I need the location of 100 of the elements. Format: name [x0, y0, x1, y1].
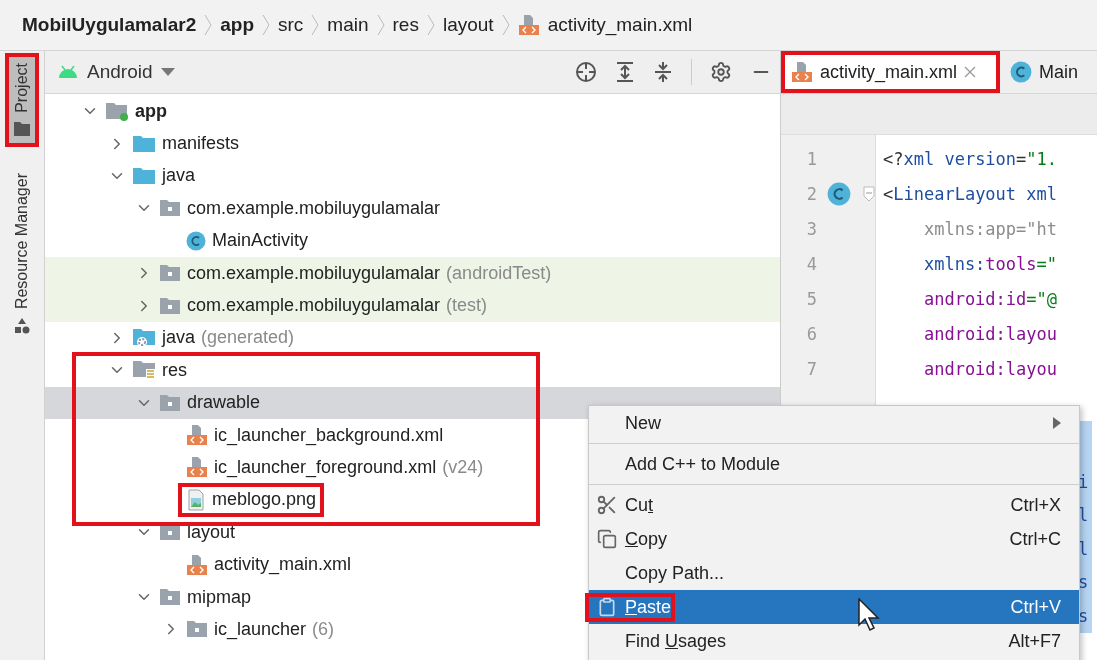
- tool-window-tab[interactable]: Project: [5, 53, 39, 147]
- mouse-pointer-icon: [858, 598, 880, 632]
- folder-icon: [159, 296, 181, 315]
- tree-item-label: MainActivity: [212, 230, 309, 252]
- locate-crosshair-icon[interactable]: [575, 61, 597, 83]
- view-dropdown[interactable]: Android: [53, 61, 179, 83]
- code-line: xmlns:app="ht: [922, 218, 1057, 239]
- breadcrumb-item[interactable]: MobilUygulamalar2: [22, 14, 197, 36]
- menu-item[interactable]: Find Usages Alt+F7: [589, 624, 1079, 658]
- editor-tab[interactable]: activity_main.xml: [781, 51, 1001, 93]
- code-line: android:layou: [922, 323, 1057, 344]
- folder-icon: [159, 199, 181, 218]
- code-fragment: i: [1078, 470, 1090, 494]
- breadcrumb-item[interactable]: activity_main.xml: [547, 14, 693, 36]
- breadcrumb-separator-icon: [204, 14, 213, 36]
- tree-item-label: com.example.mobiluygulamalar: [187, 295, 441, 317]
- menu-item-label: Copy Path...: [625, 562, 725, 584]
- breadcrumb-separator-icon: [501, 14, 510, 36]
- tree-item-note: (6): [312, 618, 335, 640]
- folder-icon: [159, 588, 181, 607]
- line-number: 5: [805, 288, 817, 309]
- shortcut-label: Ctrl+V: [1010, 596, 1061, 618]
- copy-icon: [597, 529, 617, 549]
- folder-icon: [159, 264, 181, 283]
- class-icon: [186, 230, 206, 251]
- collapse-all-icon[interactable]: [653, 61, 673, 83]
- code-fragment: s: [1078, 571, 1090, 595]
- menu-item[interactable]: Copy Ctrl+C: [589, 522, 1079, 556]
- tree-item-label: java: [162, 165, 196, 187]
- editor-tab[interactable]: Main: [1000, 51, 1081, 93]
- tree-row[interactable]: java: [45, 159, 780, 193]
- image-file-icon: [186, 488, 206, 511]
- module-folder-icon: [105, 101, 129, 122]
- menu-item[interactable]: Copy Path...: [589, 556, 1079, 590]
- code-line: android:id="@: [922, 288, 1057, 309]
- fold-marker-icon[interactable]: [863, 185, 875, 202]
- gear-folder-icon: [132, 326, 156, 349]
- tree-row[interactable]: res: [45, 354, 780, 387]
- breadcrumb-item[interactable]: res: [392, 14, 419, 36]
- menu-item[interactable]: Add C++ to Module: [589, 447, 1079, 481]
- scissors-icon: [596, 494, 618, 516]
- tree-item-label: layout: [187, 521, 236, 543]
- folder-icon: [13, 120, 31, 137]
- tree-item-label: app: [135, 100, 167, 122]
- expand-all-icon[interactable]: [615, 61, 635, 83]
- tree-row[interactable]: MainActivity: [45, 224, 780, 257]
- line-number: 1: [805, 148, 817, 169]
- line-number: 4: [805, 253, 817, 274]
- xml-file-icon: [186, 424, 208, 447]
- tree-item-label: activity_main.xml: [214, 554, 352, 576]
- class-icon: [1010, 61, 1033, 83]
- android-icon: [57, 65, 79, 79]
- submenu-arrow-icon: [1053, 417, 1061, 429]
- shapes-icon: [13, 316, 31, 335]
- code-fragment: l: [1078, 504, 1090, 528]
- menu-item-label: Paste: [625, 596, 672, 618]
- menu-item-label: Copy: [625, 528, 668, 550]
- tree-item-note: (generated): [201, 327, 295, 349]
- tree-item-label: ic_launcher_background.xml: [214, 424, 444, 446]
- tree-row[interactable]: com.example.mobiluygulamalar (test): [45, 289, 780, 322]
- tree-row[interactable]: com.example.mobiluygulamalar (androidTest): [45, 256, 780, 290]
- menu-item-label: Cut: [625, 494, 654, 516]
- dropdown-caret-icon: [160, 68, 175, 76]
- settings-icon[interactable]: [710, 61, 732, 83]
- code-line: android:layou: [922, 358, 1057, 379]
- tree-item-note: (v24): [442, 457, 484, 478]
- xml-file-icon: [791, 61, 813, 83]
- line-number: 7: [805, 358, 817, 379]
- breadcrumb-item[interactable]: app: [220, 14, 254, 36]
- xml-file-icon: [186, 553, 208, 576]
- tree-row[interactable]: com.example.mobiluygulamalar: [45, 192, 780, 225]
- tree-item-label: drawable: [187, 392, 261, 414]
- xml-file-icon: [517, 14, 540, 36]
- shortcut-label: Alt+F7: [1008, 630, 1061, 652]
- tool-window-tab[interactable]: Resource Manager: [5, 162, 39, 345]
- breadcrumb-item[interactable]: src: [278, 14, 304, 36]
- tree-item-label: java: [162, 327, 196, 349]
- menu-item-label: Add C++ to Module: [625, 453, 781, 475]
- class-icon: [827, 181, 851, 206]
- breadcrumb-item[interactable]: main: [327, 14, 369, 36]
- tree-item-label: com.example.mobiluygulamalar: [187, 197, 441, 219]
- line-number: 2: [805, 183, 817, 204]
- breadcrumb-separator-icon: [262, 14, 270, 36]
- breadcrumb-separator-icon: [426, 14, 435, 36]
- breadcrumb-separator-icon: [311, 14, 320, 36]
- tree-row[interactable]: java (generated): [45, 321, 780, 355]
- tree-item-note: (androidTest): [446, 262, 552, 284]
- xml-file-icon: [186, 456, 208, 479]
- tree-item-label: com.example.mobiluygulamalar: [187, 262, 441, 284]
- line-number: 6: [805, 323, 817, 344]
- menu-item[interactable]: Cut Ctrl+X: [589, 488, 1079, 522]
- tree-row[interactable]: manifests: [45, 127, 780, 160]
- tree-item-label: mipmap: [187, 586, 252, 608]
- folder-icon: [132, 133, 156, 154]
- code-line: <?xml version="1.: [882, 148, 1058, 169]
- code-fragment: s: [1078, 604, 1090, 628]
- folder-icon: [132, 165, 156, 186]
- close-icon[interactable]: [964, 66, 977, 78]
- breadcrumb-item[interactable]: layout: [442, 14, 494, 36]
- tree-row[interactable]: app: [45, 95, 780, 128]
